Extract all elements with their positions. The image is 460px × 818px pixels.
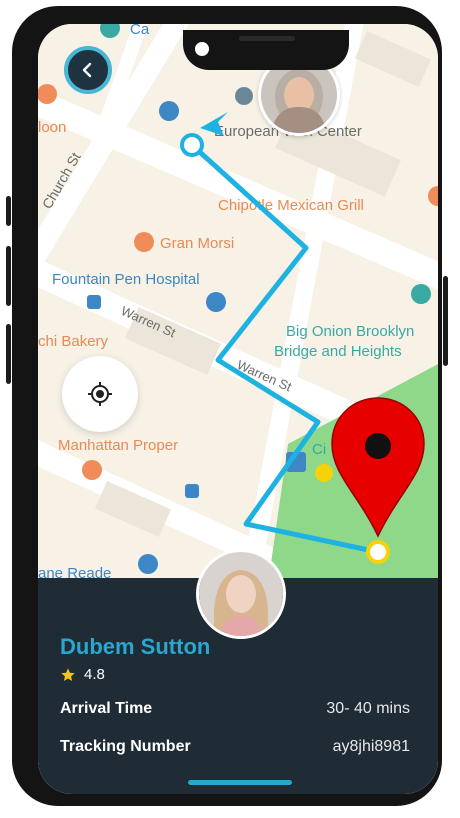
arrival-time-row: Arrival Time 30- 40 mins — [60, 700, 410, 718]
map-label: Ca — [130, 24, 150, 38]
speaker-grille — [239, 36, 295, 41]
restaurant-icon-3 — [134, 232, 154, 252]
map-label: Manhattan Proper — [58, 437, 178, 454]
shopping-bag-icon — [159, 101, 179, 121]
shopping-bag-icon-3 — [138, 554, 158, 574]
map-label: chi Bakery — [38, 333, 109, 350]
driver-name: Dubem Sutton — [60, 634, 211, 659]
attraction-icon — [411, 284, 431, 304]
phone-side-button-left-3 — [6, 324, 11, 384]
star-icon — [61, 667, 75, 681]
driver-avatar — [196, 549, 286, 639]
phone-frame: loon European Wax Center Church St Chipo… — [6, 6, 448, 806]
phone-side-button-right — [443, 276, 448, 366]
rating-value: 4.8 — [84, 666, 105, 683]
restaurant-icon-4 — [82, 460, 102, 480]
tracking-number-row: Tracking Number ay8jhi8981 — [60, 738, 410, 756]
arrival-time-value: 30- 40 mins — [326, 700, 410, 717]
person-avatar-icon — [199, 552, 283, 636]
back-button[interactable] — [64, 46, 112, 94]
home-indicator[interactable] — [188, 780, 292, 785]
map-label: Chipotle Mexican Grill — [218, 197, 364, 214]
arrival-time-label: Arrival Time — [60, 700, 153, 717]
map-label: Bridge and Heights — [274, 343, 402, 360]
location-icon — [235, 87, 253, 105]
map-label: Gran Morsi — [160, 235, 234, 252]
shop-icon — [87, 295, 101, 309]
map-label: Ci — [312, 441, 326, 458]
phone-side-button-left-2 — [6, 246, 11, 306]
driver-rating: 4.8 — [60, 666, 105, 683]
chevron-left-icon — [82, 62, 92, 78]
tracking-number-value[interactable]: ay8jhi8981 — [333, 738, 410, 756]
map-label: loon — [38, 119, 66, 136]
shopping-bag-icon-2 — [206, 292, 226, 312]
route-end-marker — [366, 540, 390, 564]
tracking-number-label: Tracking Number — [60, 738, 191, 755]
map-label: Big Onion Brooklyn — [286, 323, 414, 340]
crosshair-icon — [88, 382, 112, 406]
subway-icon — [315, 464, 333, 482]
camera-icon — [195, 42, 209, 56]
map-label: Fountain Pen Hospital — [52, 271, 200, 288]
phone-notch — [183, 30, 349, 70]
locate-me-button[interactable] — [62, 356, 138, 432]
shop-icon-2 — [185, 484, 199, 498]
route-start-marker — [180, 133, 204, 157]
app-screen: loon European Wax Center Church St Chipo… — [38, 24, 438, 794]
phone-side-button-left-1 — [6, 196, 11, 226]
